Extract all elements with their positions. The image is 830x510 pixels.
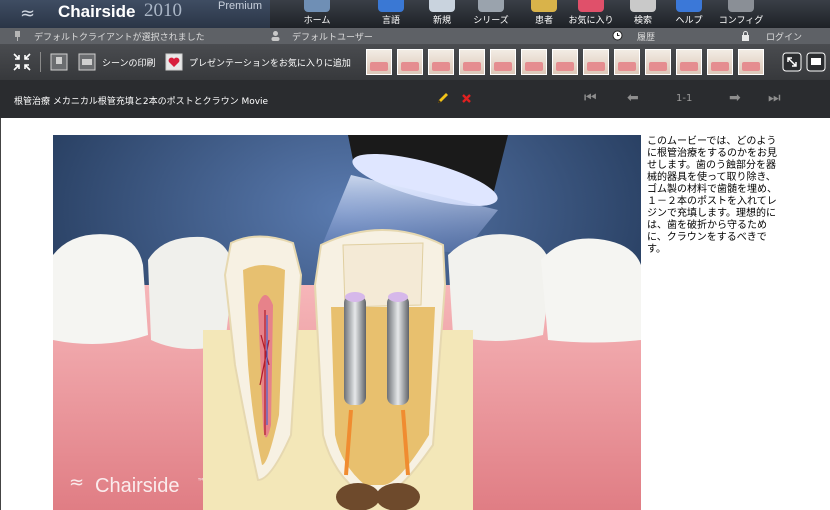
scene-thumbnail[interactable] <box>490 49 516 75</box>
new-icon <box>429 0 455 12</box>
scene-thumbnail[interactable] <box>707 49 733 75</box>
print-icon[interactable] <box>78 51 96 73</box>
user-icon <box>271 31 280 41</box>
scene-thumbnail[interactable] <box>366 49 392 75</box>
movie-title: 根管治療 メカニカル根管充填と2本のポストとクラウン Movie <box>14 97 269 107</box>
scene-thumbnail[interactable] <box>521 49 547 75</box>
page-indicator: 1-1 <box>676 93 693 104</box>
client-status-text: デフォルトクライアントが選択されました <box>34 33 205 43</box>
config-icon <box>728 0 754 12</box>
last-page-icon[interactable]: ⏭ <box>768 90 781 106</box>
edit-pencil-icon[interactable] <box>436 92 449 105</box>
scene-thumbnail[interactable] <box>738 49 764 75</box>
delete-x-icon[interactable] <box>461 93 472 104</box>
language-icon <box>378 0 404 12</box>
display-mode-icon[interactable] <box>806 51 826 73</box>
user-name[interactable]: デフォルトユーザー <box>292 30 373 43</box>
lock-icon[interactable] <box>740 30 751 41</box>
scene-thumbnail[interactable] <box>676 49 702 75</box>
history-link[interactable]: 履歴 <box>637 30 655 43</box>
help-icon <box>676 0 702 12</box>
previous-page-icon[interactable]: ⬅ <box>627 90 639 106</box>
home-icon <box>304 0 330 12</box>
main-content: Chairside ≈ ™ このムービーでは、どのように根管治療をするのかをお見… <box>0 118 830 510</box>
status-bar: デフォルトクライアントが選択されました デフォルトユーザー 履歴 ログイン <box>0 28 830 44</box>
chairside-logo-icon: ≈ <box>20 3 36 24</box>
nav-config-button[interactable]: コンフィグ <box>712 0 770 28</box>
print-scene-button[interactable]: シーンの印刷 <box>102 56 156 69</box>
scene-thumbnail[interactable] <box>428 49 454 75</box>
nav-help-button[interactable]: ヘルプ <box>660 0 718 28</box>
patient-icon <box>531 0 557 12</box>
favorites-icon <box>578 0 604 12</box>
series-icon <box>478 0 504 12</box>
nav-label: 言語 <box>381 16 400 26</box>
search-icon <box>630 0 656 12</box>
app-edition: Premium <box>218 0 263 12</box>
app-header: ≈ Chairside 2010 Premium ホーム 言語 新規 シリーズ 患者 お気… <box>0 0 830 28</box>
nav-favorites-button[interactable]: お気に入り <box>562 0 620 28</box>
scene-thumbnail[interactable] <box>645 49 671 75</box>
pin-icon <box>15 31 20 41</box>
watermark-logo-icon: ≈ <box>69 472 85 493</box>
add-to-favorites-button[interactable]: プレゼンテーションをお気に入りに追加 <box>189 56 351 69</box>
nav-home-button[interactable]: ホーム <box>288 0 346 28</box>
app-name: Chairside <box>58 2 136 21</box>
nav-label: ホーム <box>303 16 331 26</box>
nav-label: コンフィグ <box>718 16 764 26</box>
nav-series-button[interactable]: シリーズ <box>462 0 520 28</box>
movie-watermark: Chairside <box>95 475 180 497</box>
scene-thumbnail[interactable] <box>552 49 578 75</box>
first-page-icon[interactable]: ⏮ <box>584 90 597 106</box>
fullscreen-collapse-icon[interactable] <box>12 51 32 73</box>
scene-toolbar: シーンの印刷 プレゼンテーションをお気に入りに追加 <box>0 44 830 80</box>
scene-thumbnail[interactable] <box>583 49 609 75</box>
movie-player[interactable]: Chairside ≈ ™ <box>53 135 641 510</box>
nav-label: お気に入り <box>568 16 614 26</box>
info-icon[interactable] <box>50 51 68 73</box>
nav-language-button[interactable]: 言語 <box>362 0 420 28</box>
scene-thumbnail[interactable] <box>459 49 485 75</box>
favorite-heart-icon[interactable] <box>165 51 183 73</box>
expand-icon[interactable] <box>782 51 802 73</box>
movie-title-bar: 根管治療 メカニカル根管充填と2本のポストとクラウン Movie ⏮ ⬅ 1-1… <box>0 80 830 118</box>
movie-description: このムービーでは、どのように根管治療をするのかをお見せします。歯のう蝕部分を器械… <box>647 136 777 255</box>
app-year: 2010 <box>144 0 182 21</box>
scene-thumbnail[interactable] <box>397 49 423 75</box>
nav-label: シリーズ <box>473 16 509 26</box>
history-icon[interactable] <box>612 30 623 41</box>
toolbar-divider <box>40 52 41 72</box>
login-link[interactable]: ログイン <box>766 30 802 43</box>
next-page-icon[interactable]: ➡ <box>729 90 741 106</box>
trademark-icon: ™ <box>197 477 205 486</box>
nav-label: ヘルプ <box>675 16 703 26</box>
root-canal-illustration <box>53 135 641 510</box>
scene-thumbnail[interactable] <box>614 49 640 75</box>
